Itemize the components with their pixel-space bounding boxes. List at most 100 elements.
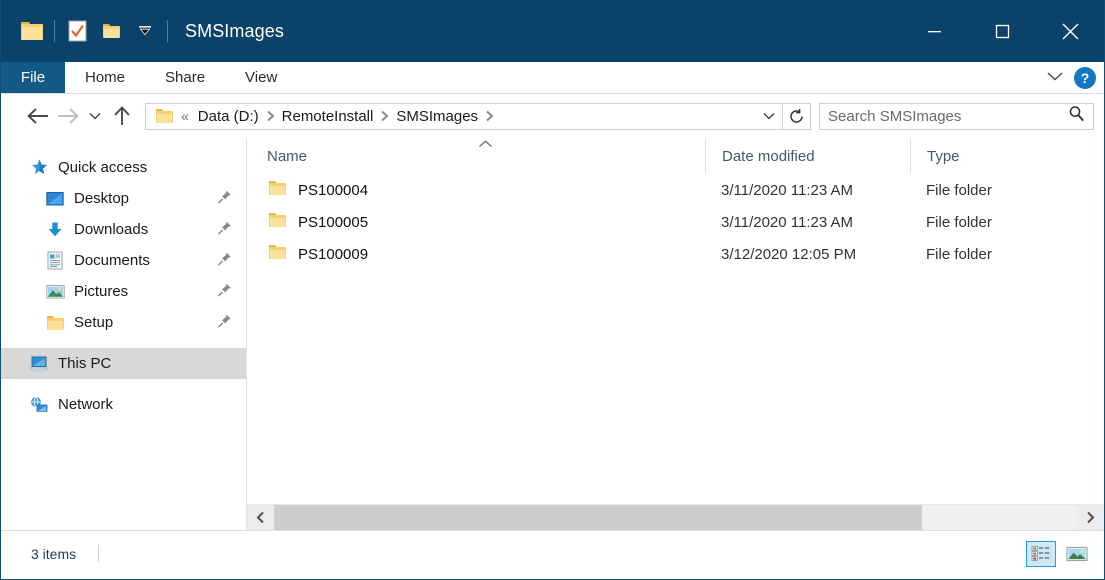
address-dropdown-chevron-down-icon[interactable] — [756, 104, 782, 129]
table-row[interactable]: PS100004 3/11/2020 11:23 AM File folder — [247, 174, 1104, 206]
tab-home[interactable]: Home — [65, 62, 145, 93]
main-content: Quick access Desktop — [1, 138, 1104, 530]
sidebar-item-network[interactable]: Network — [1, 389, 246, 420]
qat-divider-2 — [167, 20, 168, 42]
ribbon-actions: ? — [1046, 62, 1096, 94]
properties-icon[interactable] — [60, 14, 94, 48]
folder-icon — [45, 314, 65, 332]
column-header-type-label: Type — [927, 148, 960, 165]
new-folder-icon[interactable] — [94, 14, 128, 48]
expand-ribbon-chevron-down-icon[interactable] — [1046, 69, 1064, 87]
chevron-down-icon[interactable] — [128, 14, 162, 48]
table-row[interactable]: PS100009 3/12/2020 12:05 PM File folder — [247, 238, 1104, 270]
horizontal-scrollbar[interactable] — [247, 504, 1104, 530]
scroll-left-button[interactable] — [247, 505, 274, 531]
column-header-name[interactable]: Name — [247, 138, 705, 174]
ribbon-tab-bar: File Home Share View ? — [1, 62, 1104, 94]
column-header-date-label: Date modified — [722, 148, 815, 165]
table-row[interactable]: PS100005 3/11/2020 11:23 AM File folder — [247, 206, 1104, 238]
tab-share[interactable]: Share — [145, 62, 225, 93]
scrollbar-track[interactable] — [274, 505, 1077, 531]
tab-view[interactable]: View — [225, 62, 297, 93]
sidebar-label-downloads: Downloads — [74, 221, 148, 238]
refresh-button[interactable] — [783, 103, 811, 130]
pin-icon[interactable] — [217, 313, 232, 332]
star-icon — [29, 159, 49, 177]
sidebar-item-this-pc[interactable]: This PC — [1, 348, 246, 379]
file-type-cell: File folder — [910, 174, 1090, 206]
column-header-date-modified[interactable]: Date modified — [705, 138, 910, 174]
window-controls — [900, 0, 1104, 62]
back-button[interactable] — [23, 101, 53, 131]
sidebar-label-this-pc: This PC — [58, 355, 111, 372]
sidebar-item-desktop[interactable]: Desktop — [1, 183, 246, 214]
close-button[interactable] — [1036, 0, 1104, 62]
sidebar-label-documents: Documents — [74, 252, 150, 269]
folder-icon — [269, 245, 286, 263]
title-bar: SMSImages — [1, 0, 1104, 62]
file-name-cell[interactable]: PS100004 — [247, 174, 705, 206]
sidebar-spacer-2 — [1, 379, 246, 389]
breadcrumb-overflow[interactable]: « — [173, 108, 193, 124]
file-date-cell: 3/11/2020 11:23 AM — [705, 174, 910, 206]
sidebar-item-pictures[interactable]: Pictures — [1, 276, 246, 307]
sidebar-item-documents[interactable]: Documents — [1, 245, 246, 276]
address-breadcrumb-field[interactable]: « Data (D:) RemoteInstall SMSImages — [145, 103, 783, 130]
chevron-right-icon-1[interactable] — [264, 110, 277, 122]
status-divider — [98, 545, 99, 562]
pc-icon — [29, 355, 49, 373]
column-header-row: Name Date modified Type — [247, 138, 1104, 174]
scrollbar-thumb[interactable] — [274, 505, 922, 531]
sidebar-spacer-1 — [1, 338, 246, 348]
sidebar-label-desktop: Desktop — [74, 190, 129, 207]
search-box[interactable]: Search SMSImages — [819, 103, 1094, 130]
sidebar-item-quick-access[interactable]: Quick access — [1, 152, 246, 183]
breadcrumb-item-remoteinstall[interactable]: RemoteInstall — [277, 108, 379, 125]
sidebar-label-quick-access: Quick access — [58, 159, 147, 176]
file-name-label: PS100009 — [298, 246, 368, 263]
folder-icon — [269, 181, 286, 199]
document-icon — [45, 252, 65, 270]
maximize-button[interactable] — [968, 0, 1036, 62]
recent-locations-chevron-down-icon[interactable] — [83, 101, 107, 131]
scroll-right-button[interactable] — [1077, 505, 1104, 531]
folder-icon[interactable] — [15, 14, 49, 48]
column-header-name-label: Name — [267, 148, 307, 165]
sidebar-label-setup: Setup — [74, 314, 113, 331]
desktop-icon — [45, 190, 65, 208]
view-toggle-group — [1026, 541, 1092, 567]
column-header-type[interactable]: Type — [910, 138, 1090, 174]
file-type-cell: File folder — [910, 206, 1090, 238]
file-name-label: PS100005 — [298, 214, 368, 231]
search-input[interactable]: Search SMSImages — [828, 108, 1068, 125]
pin-icon[interactable] — [217, 189, 232, 208]
help-icon[interactable]: ? — [1074, 67, 1096, 89]
navigation-pane: Quick access Desktop — [1, 138, 246, 530]
sidebar-item-downloads[interactable]: Downloads — [1, 214, 246, 245]
breadcrumb-item-drive[interactable]: Data (D:) — [193, 108, 264, 125]
file-date-cell: 3/11/2020 11:23 AM — [705, 206, 910, 238]
download-icon — [45, 221, 65, 239]
network-icon — [29, 396, 49, 414]
sidebar-item-setup[interactable]: Setup — [1, 307, 246, 338]
file-name-cell[interactable]: PS100009 — [247, 238, 705, 270]
sidebar-label-network: Network — [58, 396, 113, 413]
search-icon[interactable] — [1068, 105, 1085, 127]
tab-file[interactable]: File — [1, 62, 65, 93]
details-view-button[interactable] — [1026, 541, 1056, 567]
chevron-right-icon-2[interactable] — [378, 110, 391, 122]
up-button[interactable] — [107, 101, 137, 131]
pin-icon[interactable] — [217, 251, 232, 270]
forward-button[interactable] — [53, 101, 83, 131]
file-name-cell[interactable]: PS100005 — [247, 206, 705, 238]
minimize-button[interactable] — [900, 0, 968, 62]
pin-icon[interactable] — [217, 220, 232, 239]
window-title: SMSImages — [185, 21, 284, 42]
pin-icon[interactable] — [217, 282, 232, 301]
sidebar-label-pictures: Pictures — [74, 283, 128, 300]
breadcrumb-item-smsimages[interactable]: SMSImages — [391, 108, 483, 125]
file-type-cell: File folder — [910, 238, 1090, 270]
file-list-pane: Name Date modified Type PS100004 — [246, 138, 1104, 530]
chevron-right-icon-3[interactable] — [483, 110, 496, 122]
large-icons-view-button[interactable] — [1062, 541, 1092, 567]
